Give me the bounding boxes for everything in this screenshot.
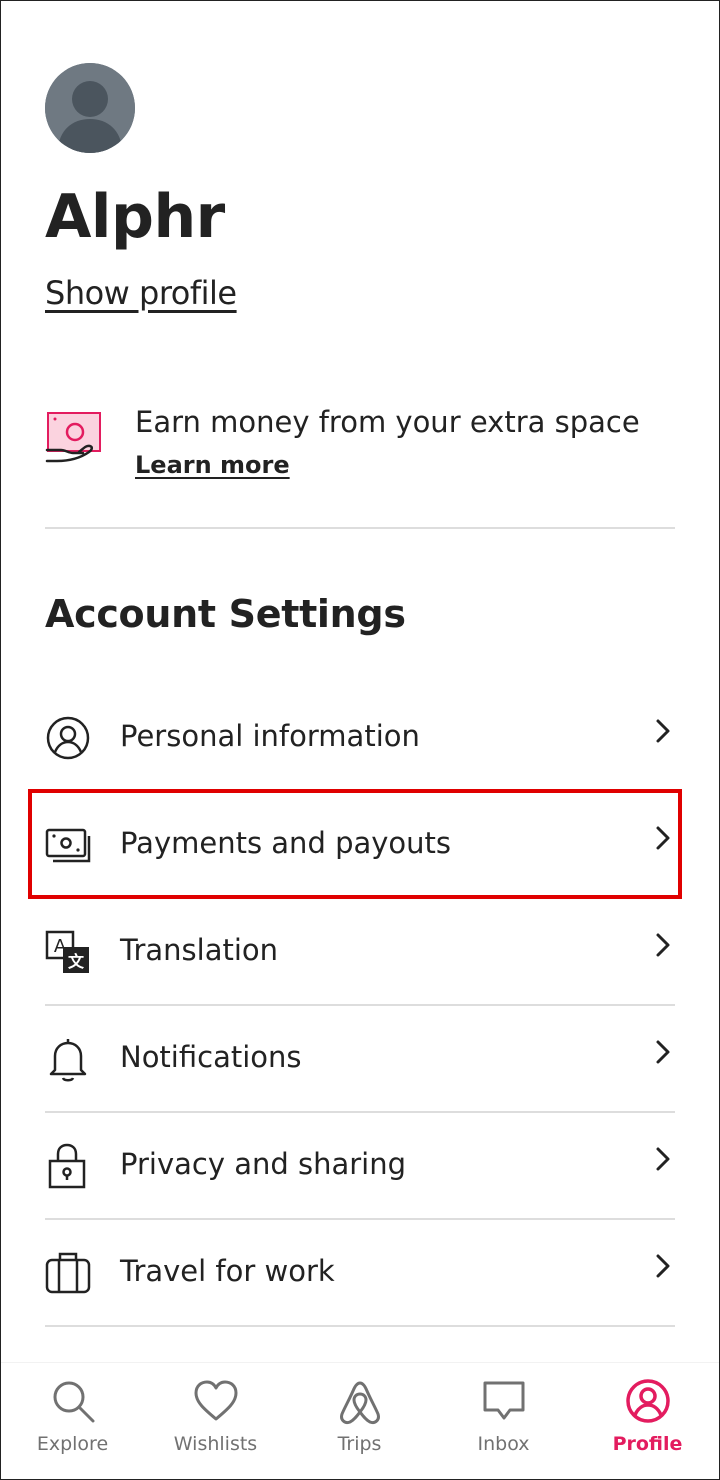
profile-icon <box>625 1379 670 1423</box>
divider <box>45 1218 675 1220</box>
settings-row-translation[interactable]: A 文 Translation <box>45 913 675 993</box>
tab-label: Inbox <box>477 1433 530 1455</box>
divider <box>45 1111 675 1113</box>
profile-name: Alphr <box>45 182 225 252</box>
tab-label: Trips <box>337 1433 382 1455</box>
divider <box>45 1325 675 1327</box>
show-profile-link[interactable]: Show profile <box>45 274 237 312</box>
lock-icon <box>48 1143 86 1189</box>
settings-row-label: Privacy and sharing <box>120 1147 407 1181</box>
hosting-money-icon <box>45 410 105 466</box>
user-circle-icon <box>46 716 90 760</box>
settings-row-label: Translation <box>120 933 279 967</box>
tab-label: Explore <box>36 1433 109 1455</box>
chat-icon <box>483 1381 524 1420</box>
tab-wishlists[interactable]: Wishlists <box>144 1363 287 1479</box>
divider <box>45 527 675 529</box>
svg-text:文: 文 <box>68 952 85 971</box>
tab-explore[interactable]: Explore <box>1 1363 144 1479</box>
highlight-box <box>28 789 682 899</box>
settings-row-label: Personal information <box>120 719 420 753</box>
settings-row-label: Notifications <box>120 1040 302 1074</box>
divider <box>45 1004 675 1006</box>
bell-icon <box>49 1039 87 1082</box>
bottom-tab-bar: Explore Wishlists Trips Inbox Profile <box>1 1362 719 1479</box>
account-settings-title: Account Settings <box>45 592 406 636</box>
tab-label: Profile <box>612 1433 683 1455</box>
chevron-right-icon <box>656 933 670 957</box>
settings-row-label: Travel for work <box>120 1254 335 1288</box>
settings-row-privacy-and-sharing[interactable]: Privacy and sharing <box>45 1127 675 1207</box>
chevron-right-icon <box>656 1147 670 1171</box>
tab-profile[interactable]: Profile <box>576 1363 719 1479</box>
avatar[interactable] <box>45 63 135 153</box>
settings-row-personal-information[interactable]: Personal information <box>45 699 675 779</box>
chevron-right-icon <box>656 1254 670 1278</box>
settings-row-travel-for-work[interactable]: Travel for work <box>45 1234 675 1314</box>
chevron-right-icon <box>656 1040 670 1064</box>
translate-icon: A 文 <box>45 930 89 973</box>
briefcase-icon <box>45 1252 91 1294</box>
tab-label: Wishlists <box>173 1433 258 1455</box>
heart-icon <box>194 1380 237 1421</box>
promo-text: Earn money from your extra space <box>135 405 640 439</box>
chevron-right-icon <box>656 719 670 743</box>
airbnb-logo-icon <box>339 1381 380 1424</box>
settings-row-notifications[interactable]: Notifications <box>45 1020 675 1100</box>
tab-inbox[interactable]: Inbox <box>432 1363 575 1479</box>
learn-more-link[interactable]: Learn more <box>135 451 290 479</box>
tab-trips[interactable]: Trips <box>288 1363 431 1479</box>
search-icon <box>53 1381 94 1423</box>
